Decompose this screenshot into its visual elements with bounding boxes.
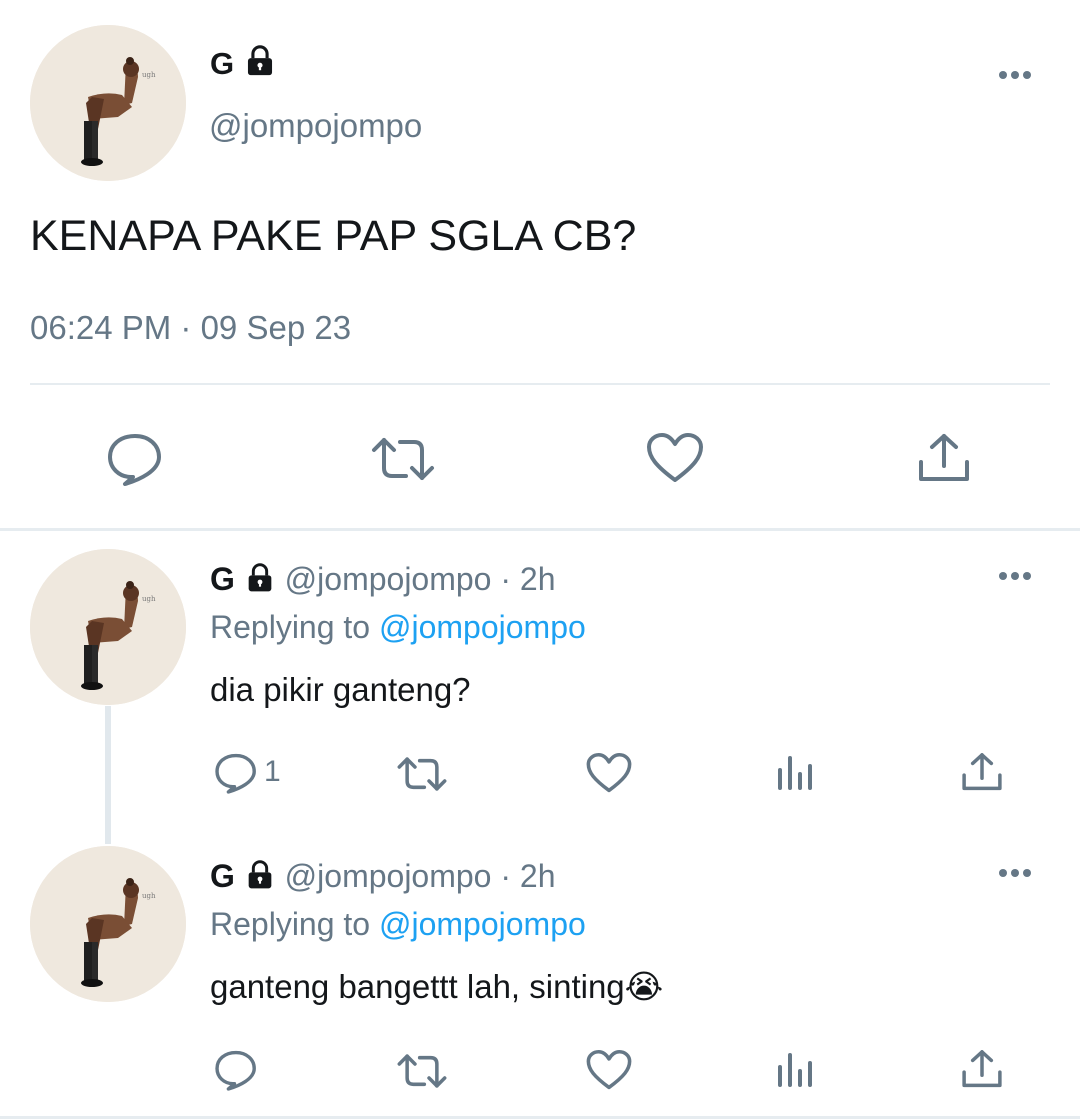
tweet-text-line: ganteng bangettt lah, sinting😭 — [210, 967, 663, 1007]
author-name[interactable]: G — [210, 858, 235, 894]
tweet-timestamp[interactable]: 06:24 PM · 09 Sep 23 — [30, 308, 351, 348]
reply-icon — [215, 1050, 256, 1091]
like-button[interactable] — [586, 752, 632, 794]
share-button[interactable] — [961, 751, 1003, 793]
avatar-illustration: ugh — [30, 25, 186, 181]
share-icon — [962, 753, 1002, 791]
author-name[interactable]: G — [210, 561, 235, 597]
share-icon — [919, 434, 969, 481]
author-handle[interactable]: @jompojompo — [209, 106, 422, 146]
replying-to-line: Replying to @jompojompo — [210, 608, 586, 646]
lock-icon — [243, 44, 277, 82]
author-name[interactable]: G — [210, 46, 234, 81]
like-icon — [586, 752, 632, 793]
author-handle-time[interactable]: @jompojompo · 2h — [285, 858, 556, 894]
more-options-button[interactable] — [997, 569, 1037, 585]
retweet-button[interactable] — [370, 436, 436, 482]
retweet-icon — [397, 1054, 447, 1088]
thread-line — [105, 706, 111, 844]
more-icon — [999, 71, 1031, 79]
more-icon — [999, 572, 1031, 580]
author-handle-time[interactable]: @jompojompo · 2h — [285, 561, 556, 597]
like-button[interactable] — [646, 432, 704, 484]
analytics-button[interactable] — [776, 1051, 816, 1089]
share-button[interactable] — [917, 432, 971, 484]
avatar[interactable]: ugh — [30, 846, 186, 1002]
share-button[interactable] — [961, 1048, 1003, 1090]
share-icon — [962, 1050, 1002, 1088]
like-icon — [586, 1049, 632, 1090]
retweet-button[interactable] — [396, 1053, 448, 1089]
avatar-illustration: ugh — [30, 549, 186, 705]
replying-to-label: Replying to — [210, 906, 371, 942]
lock-icon — [244, 857, 276, 895]
replying-to-label: Replying to — [210, 609, 371, 645]
more-options-button[interactable] — [997, 68, 1037, 84]
tweet-text: dia pikir ganteng? — [210, 671, 471, 708]
reply-count: 1 — [264, 755, 281, 788]
analytics-icon — [778, 1053, 812, 1087]
analytics-button[interactable] — [776, 754, 816, 792]
reply-icon — [108, 434, 161, 486]
lock-icon — [244, 560, 276, 598]
avatar[interactable]: ugh — [30, 549, 186, 705]
more-icon — [999, 869, 1031, 877]
avatar[interactable]: ugh — [30, 25, 186, 181]
like-button[interactable] — [586, 1049, 632, 1091]
crying-emoji: 😭 — [624, 968, 664, 1005]
svg-text:ugh: ugh — [142, 892, 156, 900]
replying-to-line: Replying to @jompojompo — [210, 905, 586, 943]
reply-button[interactable] — [214, 1049, 258, 1091]
reply-icon — [215, 753, 256, 794]
analytics-icon — [778, 756, 812, 790]
like-icon — [647, 433, 703, 482]
reply-button[interactable] — [214, 752, 258, 794]
replying-to-link[interactable]: @jompojompo — [379, 609, 586, 645]
more-options-button[interactable] — [997, 866, 1037, 882]
section-separator — [0, 528, 1080, 531]
retweet-icon — [397, 757, 447, 791]
retweet-button[interactable] — [396, 756, 448, 792]
tweet-text: ganteng bangettt lah, sinting — [210, 968, 625, 1005]
svg-text:ugh: ugh — [142, 595, 156, 603]
retweet-icon — [372, 438, 434, 480]
svg-text:ugh: ugh — [142, 71, 156, 79]
replying-to-link[interactable]: @jompojompo — [379, 906, 586, 942]
divider — [30, 383, 1050, 385]
reply-button[interactable] — [106, 432, 164, 486]
avatar-illustration: ugh — [30, 846, 186, 1002]
tweet-text: KENAPA PAKE PAP SGLA CB? — [30, 212, 637, 260]
